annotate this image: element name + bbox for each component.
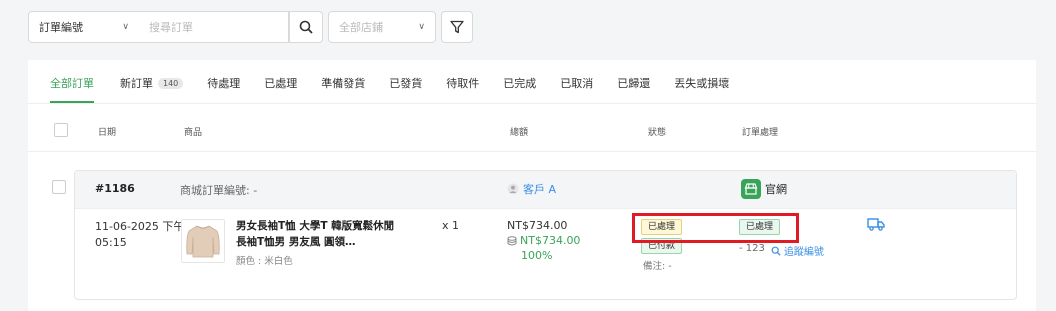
tab-preparing-shipment[interactable]: 準備發貨 <box>321 75 365 103</box>
column-status: 狀態 <box>648 128 667 138</box>
tab-label: 丟失或損壞 <box>674 77 730 90</box>
order-date-time: 05:15 <box>95 236 127 249</box>
select-all-checkbox[interactable] <box>54 123 68 137</box>
tab-completed[interactable]: 已完成 <box>503 75 536 103</box>
store-select[interactable]: 全部店鋪 ∨ <box>328 11 436 43</box>
product-quantity: x 1 <box>442 219 460 232</box>
filter-icon <box>450 20 464 34</box>
tracking-link-label: 追蹤編號 <box>783 247 824 258</box>
chevron-down-icon: ∨ <box>122 22 129 32</box>
customer-name: 客戶 A <box>523 183 557 196</box>
order-note: 備注: - <box>643 261 672 272</box>
tab-label: 全部訂單 <box>50 77 94 90</box>
paid-amount-value: NT$734.00 <box>520 234 581 247</box>
user-icon <box>507 183 519 195</box>
search-icon <box>299 20 313 34</box>
search-icon <box>771 246 781 256</box>
store-select-label: 全部店鋪 <box>339 21 383 34</box>
shipment-button[interactable] <box>867 217 885 234</box>
order-date: 11-06-2025 下午 05:15 <box>95 219 184 251</box>
tab-label: 新訂單 <box>120 77 153 90</box>
product-name[interactable]: 男女長袖T恤 大學T 韓版寬鬆休閒長袖T恤男 男友風 圓領… <box>236 218 396 250</box>
tab-label: 待處理 <box>207 77 241 90</box>
orders-panel: 全部訂單 新訂單 140 待處理 已處理 準備發貨 已發貨 待取件 已完成 已取消… <box>28 60 1036 311</box>
truck-icon <box>867 218 885 231</box>
tab-label: 已取消 <box>560 77 594 90</box>
column-order-handling: 訂單處理 <box>742 128 779 138</box>
tab-returned[interactable]: 已歸還 <box>617 75 650 103</box>
tab-label: 已完成 <box>503 77 537 90</box>
column-total: 總額 <box>510 128 529 138</box>
tab-cancelled[interactable]: 已取消 <box>560 75 593 103</box>
filter-button[interactable] <box>441 11 473 43</box>
order-row: 11-06-2025 下午 05:15 男女長袖T恤 大學T 韓版寬鬆休閒長袖T… <box>75 209 1016 297</box>
tab-awaiting-pickup[interactable]: 待取件 <box>446 75 479 103</box>
highlight-box <box>632 213 799 243</box>
tab-pending[interactable]: 待處理 <box>207 75 240 103</box>
order-field-select[interactable]: 訂單編號 ∨ <box>28 11 140 43</box>
order-total: NT$734.00 <box>507 219 568 232</box>
tab-label: 待取件 <box>446 77 480 90</box>
tab-label: 已歸還 <box>617 77 651 90</box>
table-header: 日期 商品 總額 狀態 訂單處理 <box>28 110 1036 152</box>
tab-all-orders[interactable]: 全部訂單 <box>50 75 94 103</box>
chevron-down-icon: ∨ <box>418 22 425 32</box>
count-badge: 140 <box>158 77 184 89</box>
customer-link[interactable]: 客戶 A <box>507 181 556 197</box>
paid-amount: NT$734.00 <box>507 234 580 247</box>
product-thumbnail[interactable] <box>181 219 225 263</box>
order-header: #1186 商城訂單編號: - 客戶 A 官網 <box>75 171 1016 209</box>
column-date: 日期 <box>98 128 117 138</box>
tab-processed[interactable]: 已處理 <box>264 75 297 103</box>
tracking-info: - 123 追蹤編號 <box>739 243 824 258</box>
status-tabs: 全部訂單 新訂單 140 待處理 已處理 準備發貨 已發貨 待取件 已完成 已取消… <box>28 60 1036 104</box>
sales-channel: 官網 <box>741 179 787 199</box>
tab-new-orders[interactable]: 新訂單 140 <box>120 75 184 103</box>
tracking-number: - 123 <box>739 243 765 254</box>
tab-label: 已發貨 <box>389 77 423 90</box>
search-input[interactable] <box>139 11 289 43</box>
tracking-link[interactable]: 追蹤編號 <box>771 243 824 258</box>
order-number[interactable]: #1186 <box>95 182 135 195</box>
column-product: 商品 <box>184 128 203 138</box>
order-date-day: 11-06-2025 下午 <box>95 220 185 233</box>
order-card: #1186 商城訂單編號: - 客戶 A 官網 11-06-2025 下午 05… <box>74 170 1017 300</box>
order-checkbox[interactable] <box>52 180 66 194</box>
tab-label: 已處理 <box>264 77 298 90</box>
sweater-image <box>186 225 220 258</box>
tab-shipped[interactable]: 已發貨 <box>389 75 422 103</box>
tab-lost-or-damaged[interactable]: 丟失或損壞 <box>674 75 729 103</box>
coins-icon <box>507 235 517 245</box>
tab-label: 準備發貨 <box>321 77 366 90</box>
paid-percent: 100% <box>521 249 553 262</box>
storefront-icon <box>741 179 761 199</box>
channel-name: 官網 <box>765 183 787 196</box>
search-button[interactable] <box>289 11 323 43</box>
product-variant: 顏色 : 米白色 <box>236 256 293 267</box>
order-field-label: 訂單編號 <box>39 21 83 34</box>
mall-order-number: 商城訂單編號: - <box>180 184 258 197</box>
